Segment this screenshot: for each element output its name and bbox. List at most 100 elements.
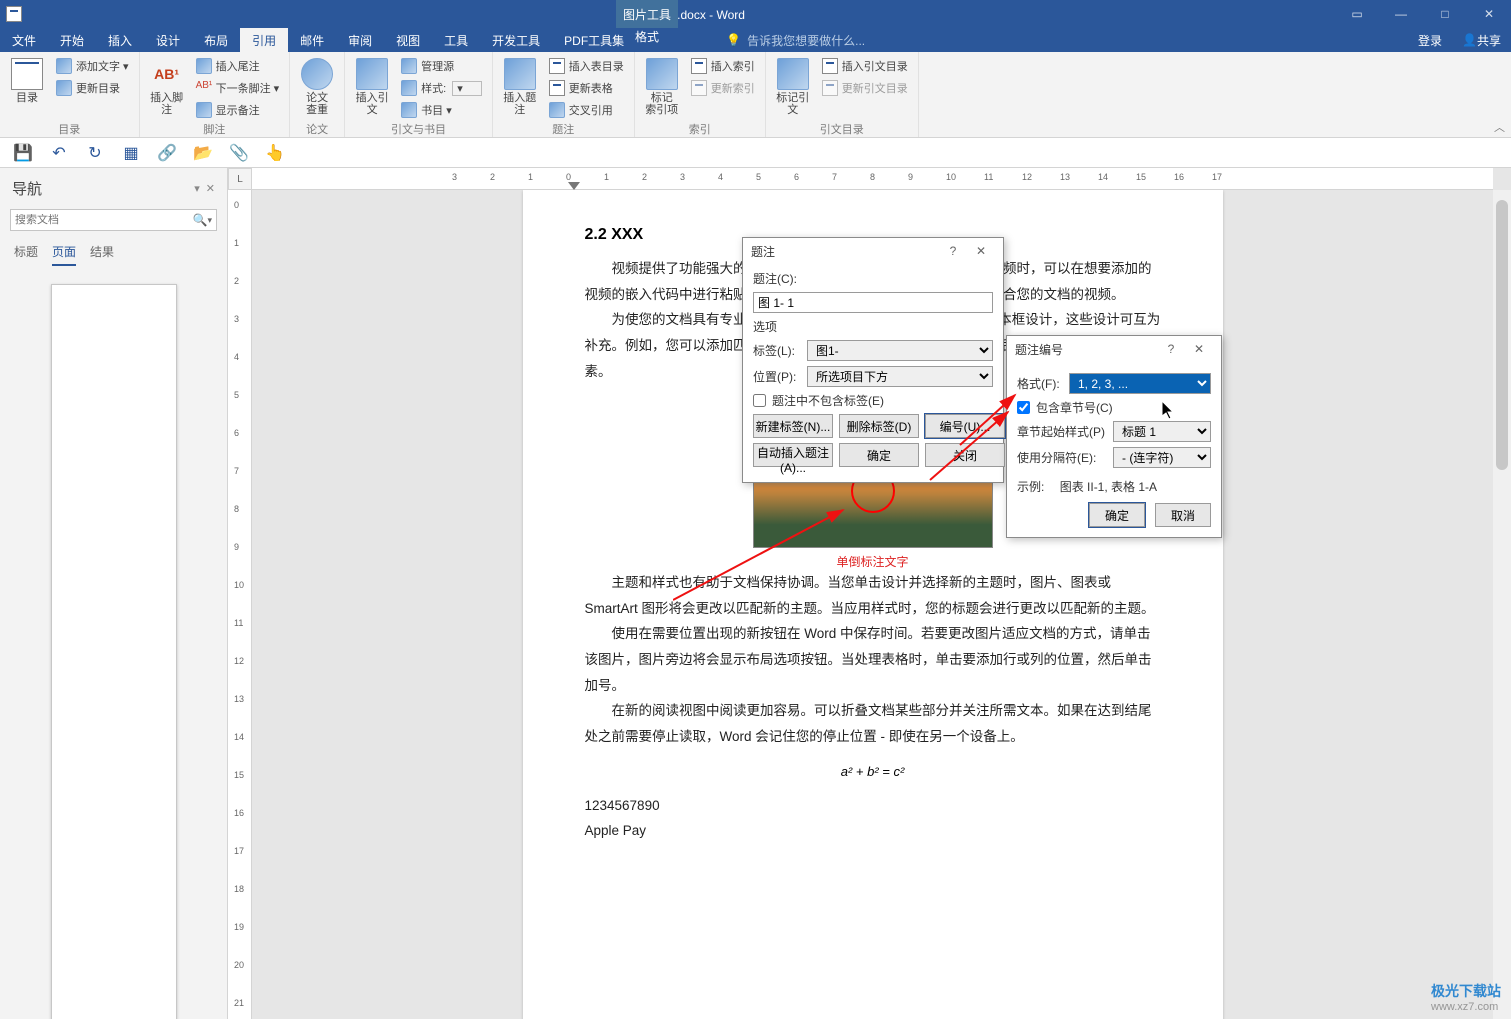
label-select[interactable]: 图1-	[807, 340, 993, 361]
next-footnote-button[interactable]: AB¹下一条脚注 ▾	[192, 78, 284, 98]
separator-select[interactable]: - (连字符)	[1113, 447, 1211, 468]
update-authorities-button[interactable]: 更新引文目录	[818, 78, 912, 98]
nav-close-icon[interactable]: ✕	[206, 182, 215, 195]
close-window-button[interactable]: ✕	[1467, 0, 1511, 28]
include-chapter-checkbox[interactable]	[1017, 401, 1030, 414]
update-toc-button[interactable]: 更新目录	[52, 78, 133, 98]
tab-tools[interactable]: 工具	[432, 28, 480, 52]
update-toc-label: 更新目录	[76, 80, 120, 96]
page-thumb-7[interactable]: 7	[0, 284, 227, 1019]
table-icon[interactable]: ▦	[122, 144, 140, 162]
exclude-label-text: 题注中不包含标签(E)	[772, 392, 884, 409]
paragraph: Apple Pay	[585, 818, 1161, 844]
tab-file[interactable]: 文件	[0, 28, 48, 52]
nav-search[interactable]: 🔍▾	[10, 209, 217, 231]
toc-button[interactable]: 目录	[6, 54, 48, 121]
scrollbar-thumb[interactable]	[1496, 200, 1508, 470]
update-index-button[interactable]: 更新索引	[687, 78, 759, 98]
tab-home[interactable]: 开始	[48, 28, 96, 52]
insert-endnote-label: 插入尾注	[216, 58, 260, 74]
add-text-button[interactable]: 添加文字 ▾	[52, 56, 133, 76]
search-icon[interactable]: 🔍	[193, 213, 208, 227]
delete-label-button[interactable]: 删除标签(D)	[839, 414, 919, 438]
ruler-corner[interactable]: L	[228, 168, 252, 190]
insert-citation-button[interactable]: 插入引文	[351, 54, 393, 121]
insert-authorities-button[interactable]: 插入引文目录	[818, 56, 912, 76]
insert-index-button[interactable]: 插入索引	[687, 56, 759, 76]
update-table-button[interactable]: 更新表格	[545, 78, 628, 98]
share-button[interactable]: 👤共享	[1452, 28, 1511, 52]
ribbon-group-authorities: 标记引文 插入引文目录 更新引文目录 引文目录	[766, 52, 919, 137]
format-select[interactable]: 1, 2, 3, ...	[1069, 373, 1211, 394]
insert-endnote-button[interactable]: 插入尾注	[192, 56, 284, 76]
caption-dialog-help-icon[interactable]: ?	[939, 244, 967, 258]
caption-cancel-button[interactable]: 关闭	[925, 443, 1005, 467]
numbering-dialog-help-icon[interactable]: ?	[1157, 342, 1185, 356]
ribbon-display-options-button[interactable]: ▭	[1335, 0, 1379, 28]
ribbon-group-toc: 目录 添加文字 ▾ 更新目录 目录	[0, 52, 140, 137]
tab-design[interactable]: 设计	[144, 28, 192, 52]
bibliography-button[interactable]: 书目 ▾	[397, 100, 486, 120]
numbering-cancel-button[interactable]: 取消	[1155, 503, 1211, 527]
numbering-ok-button[interactable]: 确定	[1089, 503, 1145, 527]
plagiarism-check-button[interactable]: 论文 查重	[296, 54, 338, 121]
exclude-label-checkbox[interactable]	[753, 394, 766, 407]
search-dropdown-icon[interactable]: ▾	[207, 215, 212, 226]
touch-mode-icon[interactable]: 👆	[266, 144, 284, 162]
group-label-footnotes: 脚注	[146, 121, 284, 137]
insert-footnote-button[interactable]: AB¹插入脚注	[146, 54, 188, 121]
login-button[interactable]: 登录	[1408, 28, 1452, 52]
numbering-button[interactable]: 编号(U)...	[925, 414, 1005, 438]
ribbon-tabs: 文件 开始 插入 设计 布局 引用 邮件 审阅 视图 工具 开发工具 PDF工具…	[0, 28, 1511, 52]
formula-text: a² + b² = c²	[585, 764, 1161, 779]
show-notes-button[interactable]: 显示备注	[192, 100, 284, 120]
tab-references[interactable]: 引用	[240, 28, 288, 52]
vertical-scrollbar[interactable]	[1493, 190, 1511, 1019]
tab-review[interactable]: 审阅	[336, 28, 384, 52]
tab-layout[interactable]: 布局	[192, 28, 240, 52]
nav-tab-headings[interactable]: 标题	[14, 243, 38, 266]
tab-developer[interactable]: 开发工具	[480, 28, 552, 52]
caption-dialog-close-icon[interactable]: ✕	[967, 244, 995, 258]
caption-ok-button[interactable]: 确定	[839, 443, 919, 467]
undo-icon[interactable]: ↶	[50, 144, 68, 162]
minimize-button[interactable]: —	[1379, 0, 1423, 28]
nav-tab-results[interactable]: 结果	[90, 243, 114, 266]
vertical-ruler[interactable]: 0123456789101112131415161718192021222324…	[228, 190, 252, 1019]
group-label-toc: 目录	[6, 121, 133, 137]
collapse-ribbon-icon[interactable]: ︿	[1494, 119, 1505, 135]
redo-icon[interactable]: ↻	[86, 144, 104, 162]
caption-text-input[interactable]	[753, 292, 993, 313]
nav-tab-pages[interactable]: 页面	[52, 243, 76, 266]
save-icon[interactable]: 💾	[14, 144, 32, 162]
mark-citation-button[interactable]: 标记引文	[772, 54, 814, 121]
chapter-style-select[interactable]: 标题 1	[1113, 421, 1211, 442]
ribbon-group-thesis: 论文 查重 论文	[290, 52, 345, 137]
new-label-button[interactable]: 新建标签(N)...	[753, 414, 833, 438]
citation-style-dropdown[interactable]: 样式:▾	[397, 78, 486, 98]
tell-me-search[interactable]: 💡 告诉我您想要做什么...	[726, 28, 865, 52]
tab-picture-format[interactable]: 格式	[616, 28, 678, 45]
numbering-dialog-close-icon[interactable]: ✕	[1185, 342, 1213, 356]
mark-index-entry-button[interactable]: 标记 索引项	[641, 54, 683, 121]
nav-dropdown-icon[interactable]: ▾	[194, 182, 200, 195]
share-icon: 👤	[1462, 33, 1477, 47]
auto-caption-button[interactable]: 自动插入题注(A)...	[753, 443, 833, 467]
maximize-button[interactable]: □	[1423, 0, 1467, 28]
tab-insert[interactable]: 插入	[96, 28, 144, 52]
search-input[interactable]	[15, 214, 193, 226]
manage-sources-button[interactable]: 管理源	[397, 56, 486, 76]
tab-view[interactable]: 视图	[384, 28, 432, 52]
show-notes-label: 显示备注	[216, 102, 260, 118]
style-select-box[interactable]: ▾	[452, 81, 482, 96]
insert-table-figures-button[interactable]: 插入表目录	[545, 56, 628, 76]
attach-icon[interactable]: 📎	[230, 144, 248, 162]
cross-reference-button[interactable]: 交叉引用	[545, 100, 628, 120]
horizontal-ruler[interactable]: 32101234567891011121314151617	[252, 168, 1493, 190]
link-icon[interactable]: 🔗	[158, 144, 176, 162]
open-icon[interactable]: 📂	[194, 144, 212, 162]
position-select[interactable]: 所选项目下方	[807, 366, 993, 387]
insert-caption-button[interactable]: 插入题注	[499, 54, 541, 121]
tab-mailings[interactable]: 邮件	[288, 28, 336, 52]
label-label: 标签(L):	[753, 342, 801, 359]
